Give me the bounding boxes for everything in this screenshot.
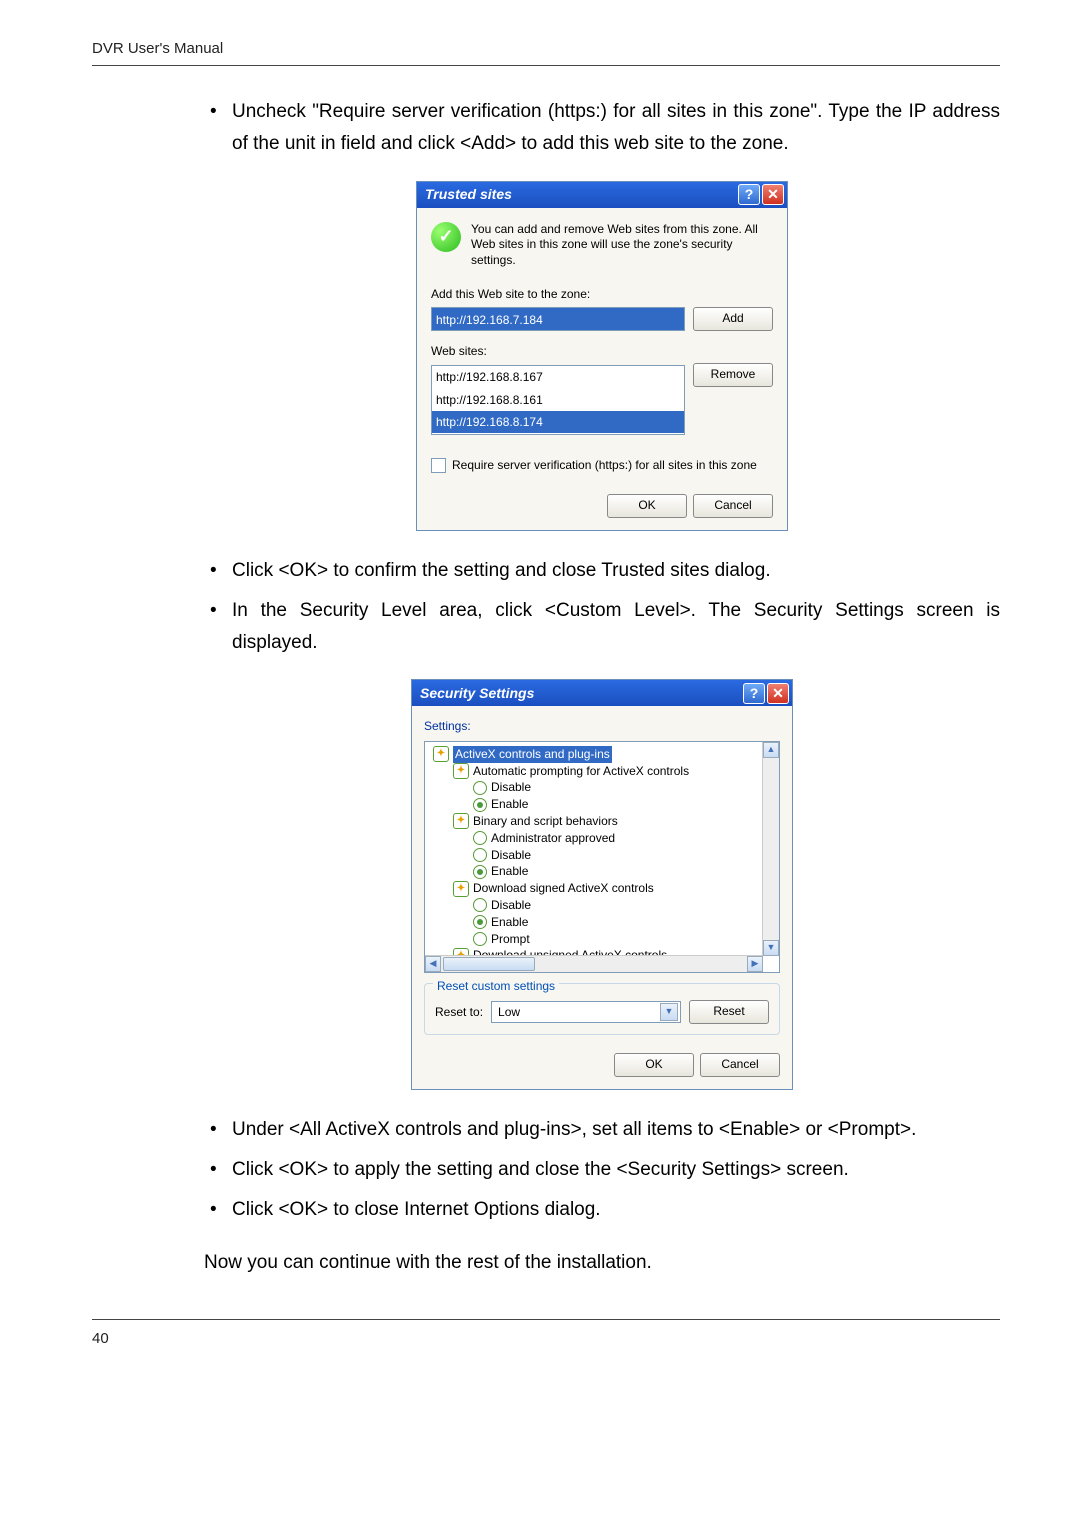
option-label: Enable (491, 914, 528, 931)
reset-group-label: Reset custom settings (433, 976, 559, 996)
gear-icon: ✦ (453, 763, 469, 779)
tree-group: Binary and script behaviors (473, 813, 618, 830)
chevron-down-icon[interactable]: ▼ (660, 1003, 678, 1021)
radio-option[interactable] (473, 865, 487, 879)
reset-to-label: Reset to: (435, 1002, 483, 1022)
gear-icon: ✦ (453, 813, 469, 829)
radio-option[interactable] (473, 831, 487, 845)
web-sites-list[interactable]: http://192.168.8.167 http://192.168.8.16… (431, 365, 685, 435)
instructions-top: Uncheck "Require server verification (ht… (204, 96, 1000, 161)
close-icon[interactable]: ✕ (762, 184, 784, 205)
scroll-up-icon[interactable]: ▲ (763, 742, 779, 758)
radio-option[interactable] (473, 781, 487, 795)
option-label: Enable (491, 796, 528, 813)
tree-group: Download signed ActiveX controls (473, 880, 654, 897)
instructions-bottom: Under <All ActiveX controls and plug-ins… (204, 1114, 1000, 1227)
reset-groupbox: Reset custom settings Reset to: Low ▼ Re… (424, 983, 780, 1035)
bullet-item: Click <OK> to confirm the setting and cl… (204, 555, 1000, 587)
remove-button[interactable]: Remove (693, 363, 773, 387)
web-sites-label: Web sites: (431, 341, 773, 361)
require-https-checkbox[interactable] (431, 458, 446, 473)
add-site-input[interactable]: http://192.168.7.184 (431, 307, 685, 331)
bullet-item: Click <OK> to close Internet Options dia… (204, 1194, 1000, 1226)
page-number: 40 (92, 1330, 1000, 1347)
option-label: Disable (491, 779, 531, 796)
dialog-title: Security Settings (420, 682, 534, 706)
radio-option[interactable] (473, 798, 487, 812)
bullet-item: Under <All ActiveX controls and plug-ins… (204, 1114, 1000, 1146)
bullet-item: Click <OK> to apply the setting and clos… (204, 1154, 1000, 1186)
radio-option[interactable] (473, 898, 487, 912)
reset-button[interactable]: Reset (689, 1000, 769, 1024)
cancel-button[interactable]: Cancel (693, 494, 773, 518)
list-item[interactable]: http://192.168.8.174 (432, 411, 684, 433)
gear-icon: ✦ (453, 881, 469, 897)
shield-check-icon: ✓ (431, 222, 461, 252)
option-label: Disable (491, 847, 531, 864)
option-label: Disable (491, 897, 531, 914)
list-item[interactable]: http://192.168.8.167 (432, 366, 684, 388)
bullet-item: In the Security Level area, click <Custo… (204, 595, 1000, 660)
ok-button[interactable]: OK (607, 494, 687, 518)
header-rule (92, 65, 1000, 66)
settings-label: Settings: (424, 716, 780, 736)
help-icon[interactable]: ? (743, 683, 765, 704)
dialog-title: Trusted sites (425, 183, 512, 207)
require-https-label: Require server verification (https:) for… (452, 455, 757, 475)
scroll-left-icon[interactable]: ◀ (425, 956, 441, 972)
radio-option[interactable] (473, 848, 487, 862)
tree-group: Automatic prompting for ActiveX controls (473, 763, 689, 780)
option-label: Administrator approved (491, 830, 615, 847)
help-icon[interactable]: ? (738, 184, 760, 205)
titlebar: Security Settings ? ✕ (412, 680, 792, 706)
cancel-button[interactable]: Cancel (700, 1053, 780, 1077)
horizontal-scrollbar[interactable]: ◀ ▶ (425, 955, 763, 972)
option-label: Enable (491, 863, 528, 880)
footer-rule (92, 1319, 1000, 1320)
scroll-right-icon[interactable]: ▶ (747, 956, 763, 972)
settings-tree[interactable]: ✦ActiveX controls and plug-ins ✦Automati… (424, 741, 780, 973)
combo-value: Low (498, 1002, 520, 1022)
add-button[interactable]: Add (693, 307, 773, 331)
page-header: DVR User's Manual (92, 40, 1000, 65)
trusted-sites-dialog: Trusted sites ? ✕ ✓ You can add and remo… (416, 181, 788, 531)
add-site-label: Add this Web site to the zone: (431, 284, 773, 304)
titlebar: Trusted sites ? ✕ (417, 182, 787, 208)
option-label: Prompt (491, 931, 530, 948)
vertical-scrollbar[interactable]: ▲ ▼ (762, 742, 779, 956)
security-settings-dialog: Security Settings ? ✕ Settings: ✦ActiveX… (411, 679, 793, 1089)
instructions-mid: Click <OK> to confirm the setting and cl… (204, 555, 1000, 660)
bullet-item: Uncheck "Require server verification (ht… (204, 96, 1000, 161)
tree-root[interactable]: ActiveX controls and plug-ins (453, 746, 612, 763)
dialog-info-text: You can add and remove Web sites from th… (471, 222, 773, 269)
reset-to-combo[interactable]: Low ▼ (491, 1001, 681, 1023)
ok-button[interactable]: OK (614, 1053, 694, 1077)
radio-option[interactable] (473, 932, 487, 946)
scroll-down-icon[interactable]: ▼ (763, 940, 779, 956)
close-icon[interactable]: ✕ (767, 683, 789, 704)
list-item[interactable]: http://192.168.8.161 (432, 389, 684, 411)
gear-icon: ✦ (433, 746, 449, 762)
closing-paragraph: Now you can continue with the rest of th… (204, 1247, 1000, 1279)
radio-option[interactable] (473, 915, 487, 929)
